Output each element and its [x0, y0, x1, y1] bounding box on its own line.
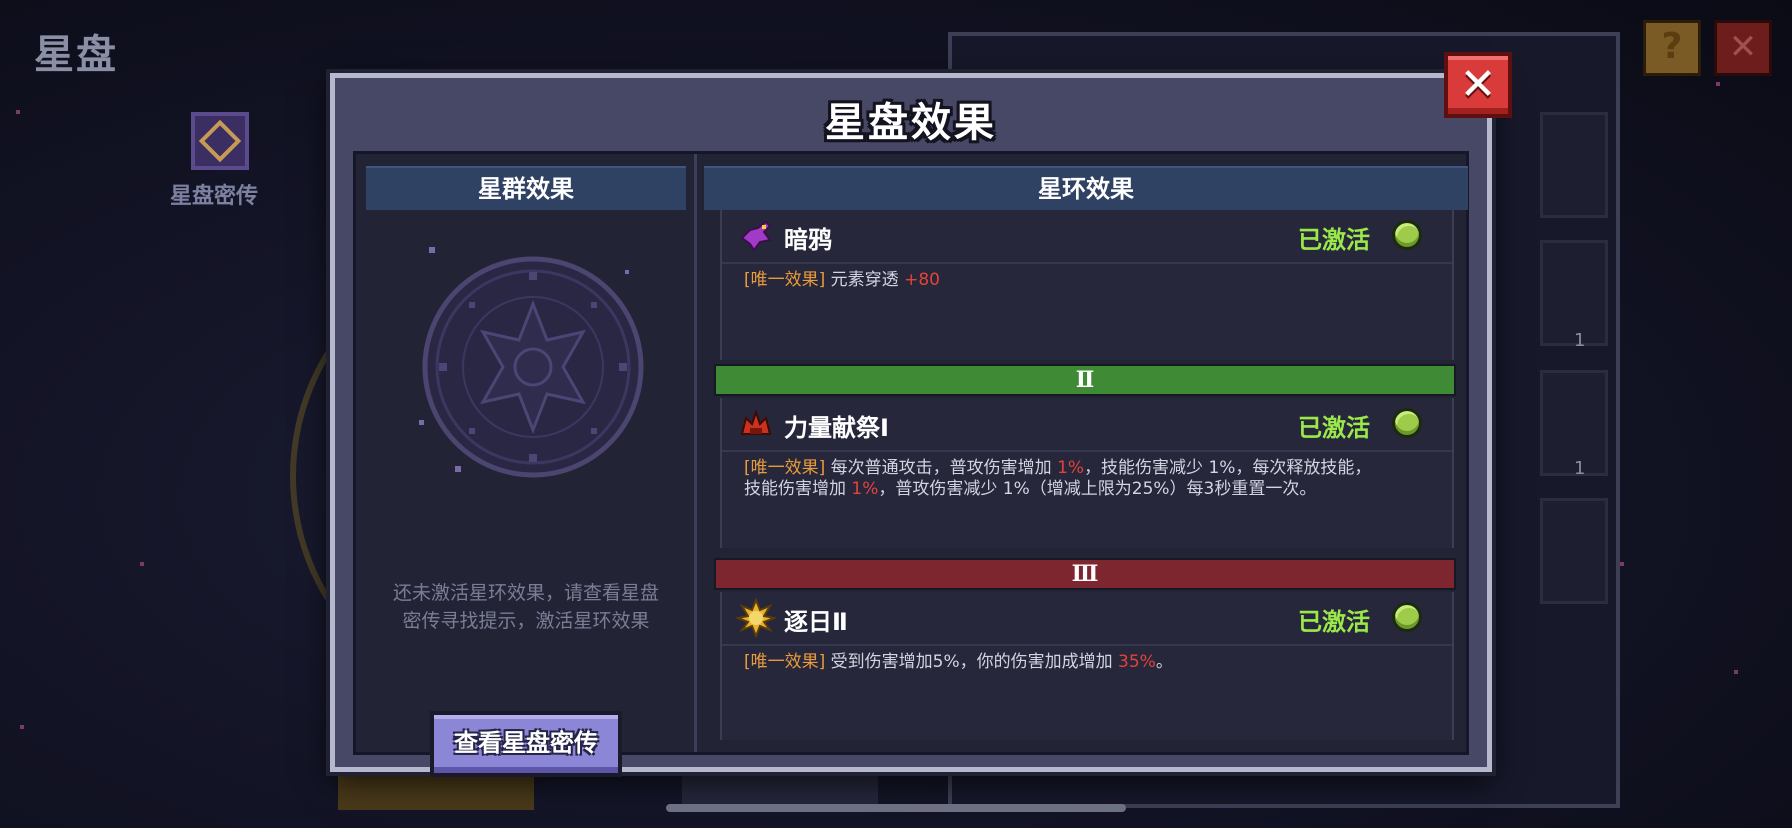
tier-divider-ii: Ⅱ [714, 364, 1456, 396]
ring-effect-description: [唯一效果] 元素穿透 +80 [722, 264, 1452, 291]
star-ring-effect-header: 星环效果 [704, 166, 1468, 210]
background-slot[interactable] [1540, 112, 1608, 218]
ring-effect-description: [唯一效果] 每次普通攻击，普攻伤害增加 1%，技能伤害减少 1%，每次释放技能… [722, 452, 1452, 500]
activated-status: 已激活 [1298, 226, 1370, 254]
effect-value: 35% [1118, 652, 1156, 672]
dialog-body: 星群效果 还未激活星环效果，请查看星盘 密传寻找提示，激活星环效果 查看星盘密传… [353, 151, 1469, 777]
ring-name: 力量献祭Ⅰ [784, 414, 889, 442]
background-star [20, 725, 24, 729]
hint-line: 密传寻找提示，激活星环效果 [402, 610, 650, 632]
unique-effect-tag: [唯一效果] [744, 458, 826, 478]
effect-text: 元素穿透 [825, 270, 905, 290]
background-star [1734, 670, 1738, 674]
activated-status: 已激活 [1298, 414, 1370, 442]
sun-icon [736, 598, 776, 638]
ring-card-chasing-sun: 逐日Ⅱ 已激活 [唯一效果] 受到伤害增加5%，你的伤害加成增加 35%。 [720, 592, 1454, 740]
page-title: 星盘 [34, 32, 118, 78]
no-effect-hint: 还未激活星环效果，请查看星盘 密传寻找提示，激活星环效果 [376, 579, 676, 635]
activated-indicator-icon [1392, 220, 1422, 250]
secret-book-icon [191, 112, 249, 170]
activated-status: 已激活 [1298, 608, 1370, 636]
star-secret-label: 星盘密传 [169, 184, 258, 209]
unique-effect-tag: [唯一效果] [744, 652, 826, 672]
horizontal-scrollbar[interactable] [666, 804, 1126, 812]
background-slot[interactable] [1540, 498, 1608, 604]
effect-text: ，技能伤害减少 1%，每次释放技能， [1084, 458, 1372, 478]
effect-value: 1% [851, 479, 879, 499]
constellation-effect-header: 星群效果 [366, 166, 686, 210]
unique-effect-tag: [唯一效果] [744, 270, 826, 290]
effect-text: 。 [1155, 652, 1173, 672]
background-star [1620, 562, 1624, 566]
background-star [1716, 82, 1720, 86]
help-icon[interactable]: ? [1643, 20, 1701, 76]
dialog-title: 星盘效果 [825, 100, 997, 146]
activated-indicator-icon [1392, 408, 1422, 438]
effect-text: 每次普通攻击，普攻伤害增加 [825, 458, 1058, 478]
ring-name: 逐日Ⅱ [784, 608, 848, 636]
effect-value: 1% [1057, 458, 1085, 478]
star-chart-effect-dialog: 星盘效果 星群效果 还未激活星环效果，请查看星盘 密传寻找提示，激活星环效果 查… [330, 73, 1492, 777]
ring-card-header: 逐日Ⅱ 已激活 [722, 592, 1452, 646]
ring-card-crow: 暗鸦 已激活 [唯一效果] 元素穿透 +80 [720, 210, 1454, 360]
slot-count: 1 [1574, 330, 1586, 351]
ring-card-strength-sacrifice: 力量献祭Ⅰ 已激活 [唯一效果] 每次普通攻击，普攻伤害增加 1%，技能伤害减少… [720, 398, 1454, 548]
close-icon: ✕ [1459, 59, 1497, 110]
background-star [16, 110, 20, 114]
background-close-icon[interactable]: ✕ [1714, 20, 1772, 76]
effect-value: +80 [904, 270, 940, 290]
view-star-secret-button[interactable]: 查看星盘密传 [430, 711, 622, 777]
close-dialog-button[interactable]: ✕ [1444, 52, 1512, 118]
astrolabe-disc-icon [419, 247, 644, 478]
activated-indicator-icon [1392, 602, 1422, 632]
ring-effect-description: [唯一效果] 受到伤害增加5%，你的伤害加成增加 35%。 [722, 646, 1452, 673]
ring-card-header: 力量献祭Ⅰ 已激活 [722, 398, 1452, 452]
effect-text: 受到伤害增加5%，你的伤害加成增加 [825, 652, 1119, 672]
effect-text: ，普攻伤害减少 1%（增减上限为25%）每3秒重置一次。 [878, 479, 1317, 499]
effect-text: 技能伤害增加 [744, 479, 852, 499]
ring-card-header: 暗鸦 已激活 [722, 210, 1452, 264]
ring-name: 暗鸦 [784, 226, 832, 254]
hint-line: 还未激活星环效果，请查看星盘 [392, 582, 659, 604]
star-secret-entry[interactable]: 星盘密传 [170, 112, 270, 210]
slot-count: 1 [1574, 458, 1586, 479]
crow-icon [740, 220, 772, 252]
column-divider [694, 154, 697, 752]
sacrifice-icon [740, 408, 772, 435]
tier-divider-iii: Ⅲ [714, 558, 1456, 590]
background-star [140, 562, 144, 566]
ring-effect-list[interactable]: 暗鸦 已激活 [唯一效果] 元素穿透 +80 Ⅱ 力量献祭Ⅰ 已激活 [唯一效果… [714, 210, 1456, 740]
